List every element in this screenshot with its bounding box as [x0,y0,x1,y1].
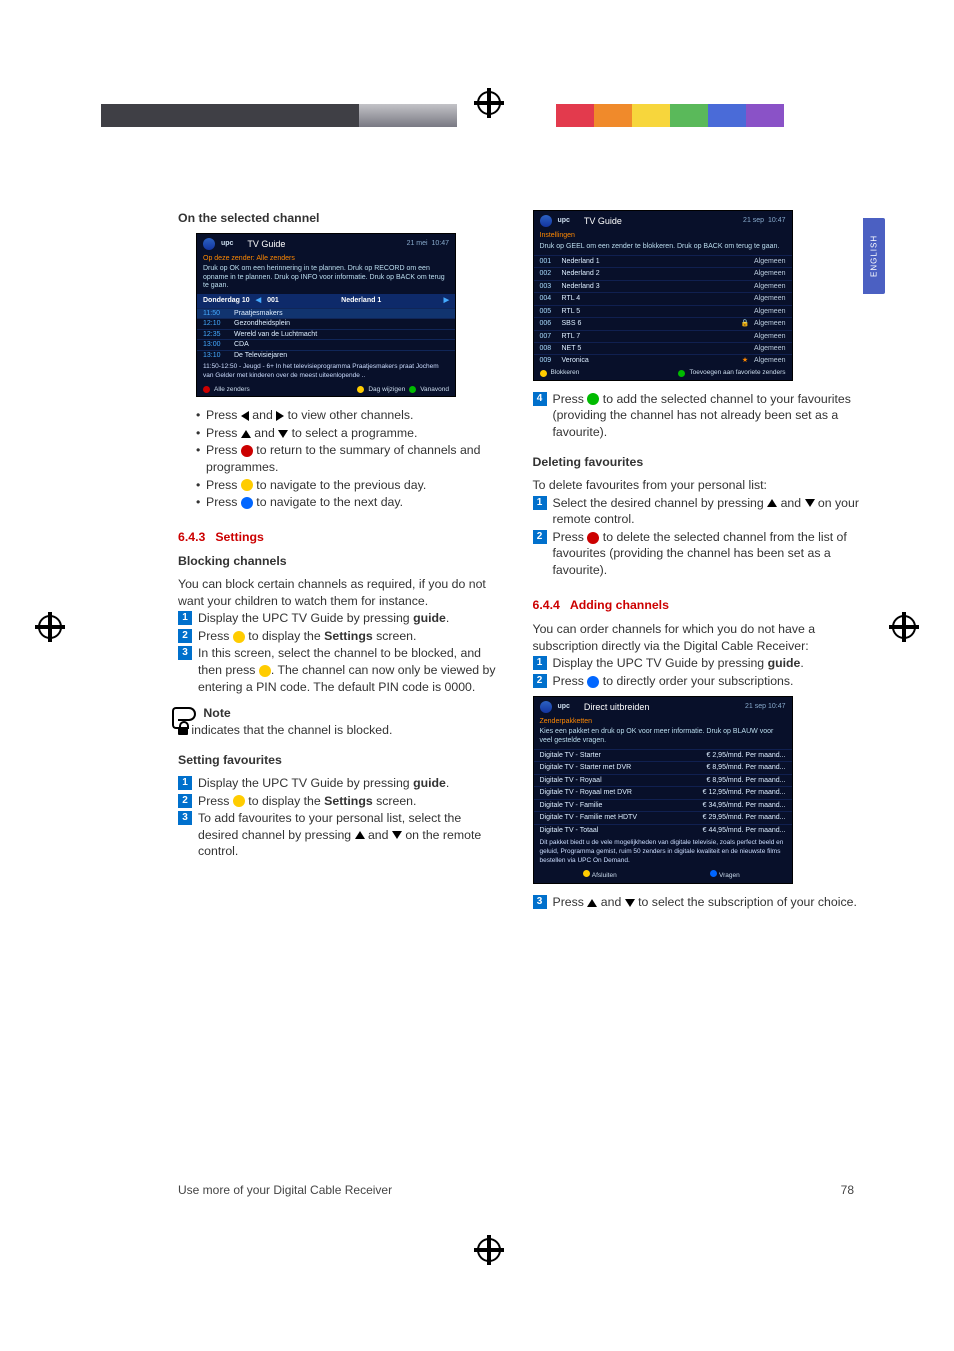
upc-logo-icon [203,238,215,250]
heading-selected-channel: On the selected channel [178,210,505,227]
page-number: 78 [841,1183,854,1197]
registration-mark-right [889,612,919,642]
registration-mark-top [474,88,504,118]
adding-steps: 1Display the UPC TV Guide by pressing gu… [533,655,860,689]
screenshot-instellingen: upc TV Guide 21 sep 10:47 Instellingen D… [533,210,793,381]
section-6-4-3: 6.4.3Settings [178,529,505,546]
footer-left: Use more of your Digital Cable Receiver [178,1183,392,1197]
note-text: indicates that the channel is blocked. [178,722,505,739]
screenshot-direct-uitbreiden: upc Direct uitbreiden 21 sep 10:47 Zende… [533,696,793,884]
lock-icon [178,727,188,735]
note-heading: Note [178,705,505,722]
upc-logo-icon [540,701,552,713]
blocking-steps: 1Display the UPC TV Guide by pressing gu… [178,610,505,695]
print-bar-light [359,104,457,127]
deleting-steps: 1Select the desired channel by pressing … [533,495,860,579]
heading-setting-favourites: Setting favourites [178,752,505,769]
right-column: upc TV Guide 21 sep 10:47 Instellingen D… [533,210,860,1221]
heading-deleting: Deleting favourites [533,454,860,471]
channel-bullets: Press and to view other channels.Press a… [196,407,505,511]
blocking-intro: You can block certain channels as requir… [178,576,505,609]
adding-intro: You can order channels for which you do … [533,621,860,654]
step3-bottom: 3Press and to select the subscription of… [533,894,860,911]
setting-favourites-steps: 1Display the UPC TV Guide by pressing gu… [178,775,505,860]
section-6-4-4: 6.4.4Adding channels [533,597,860,614]
heading-blocking: Blocking channels [178,553,505,570]
screenshot-tv-guide-channel: upc TV Guide 21 mei 10:47 Op deze zender… [196,233,456,398]
note-icon [178,707,196,721]
deleting-intro: To delete favourites from your personal … [533,477,860,494]
footer: Use more of your Digital Cable Receiver … [178,1183,854,1197]
step4-list: 4Press to add the selected channel to yo… [533,391,860,441]
language-tab: ENGLISH [863,218,885,294]
registration-mark-bottom [474,1235,504,1265]
left-column: On the selected channel upc TV Guide 21 … [178,210,505,1221]
color-swatches [556,104,784,127]
upc-logo-icon [540,215,552,227]
registration-mark-left [35,612,65,642]
print-bar-dark [101,104,359,127]
